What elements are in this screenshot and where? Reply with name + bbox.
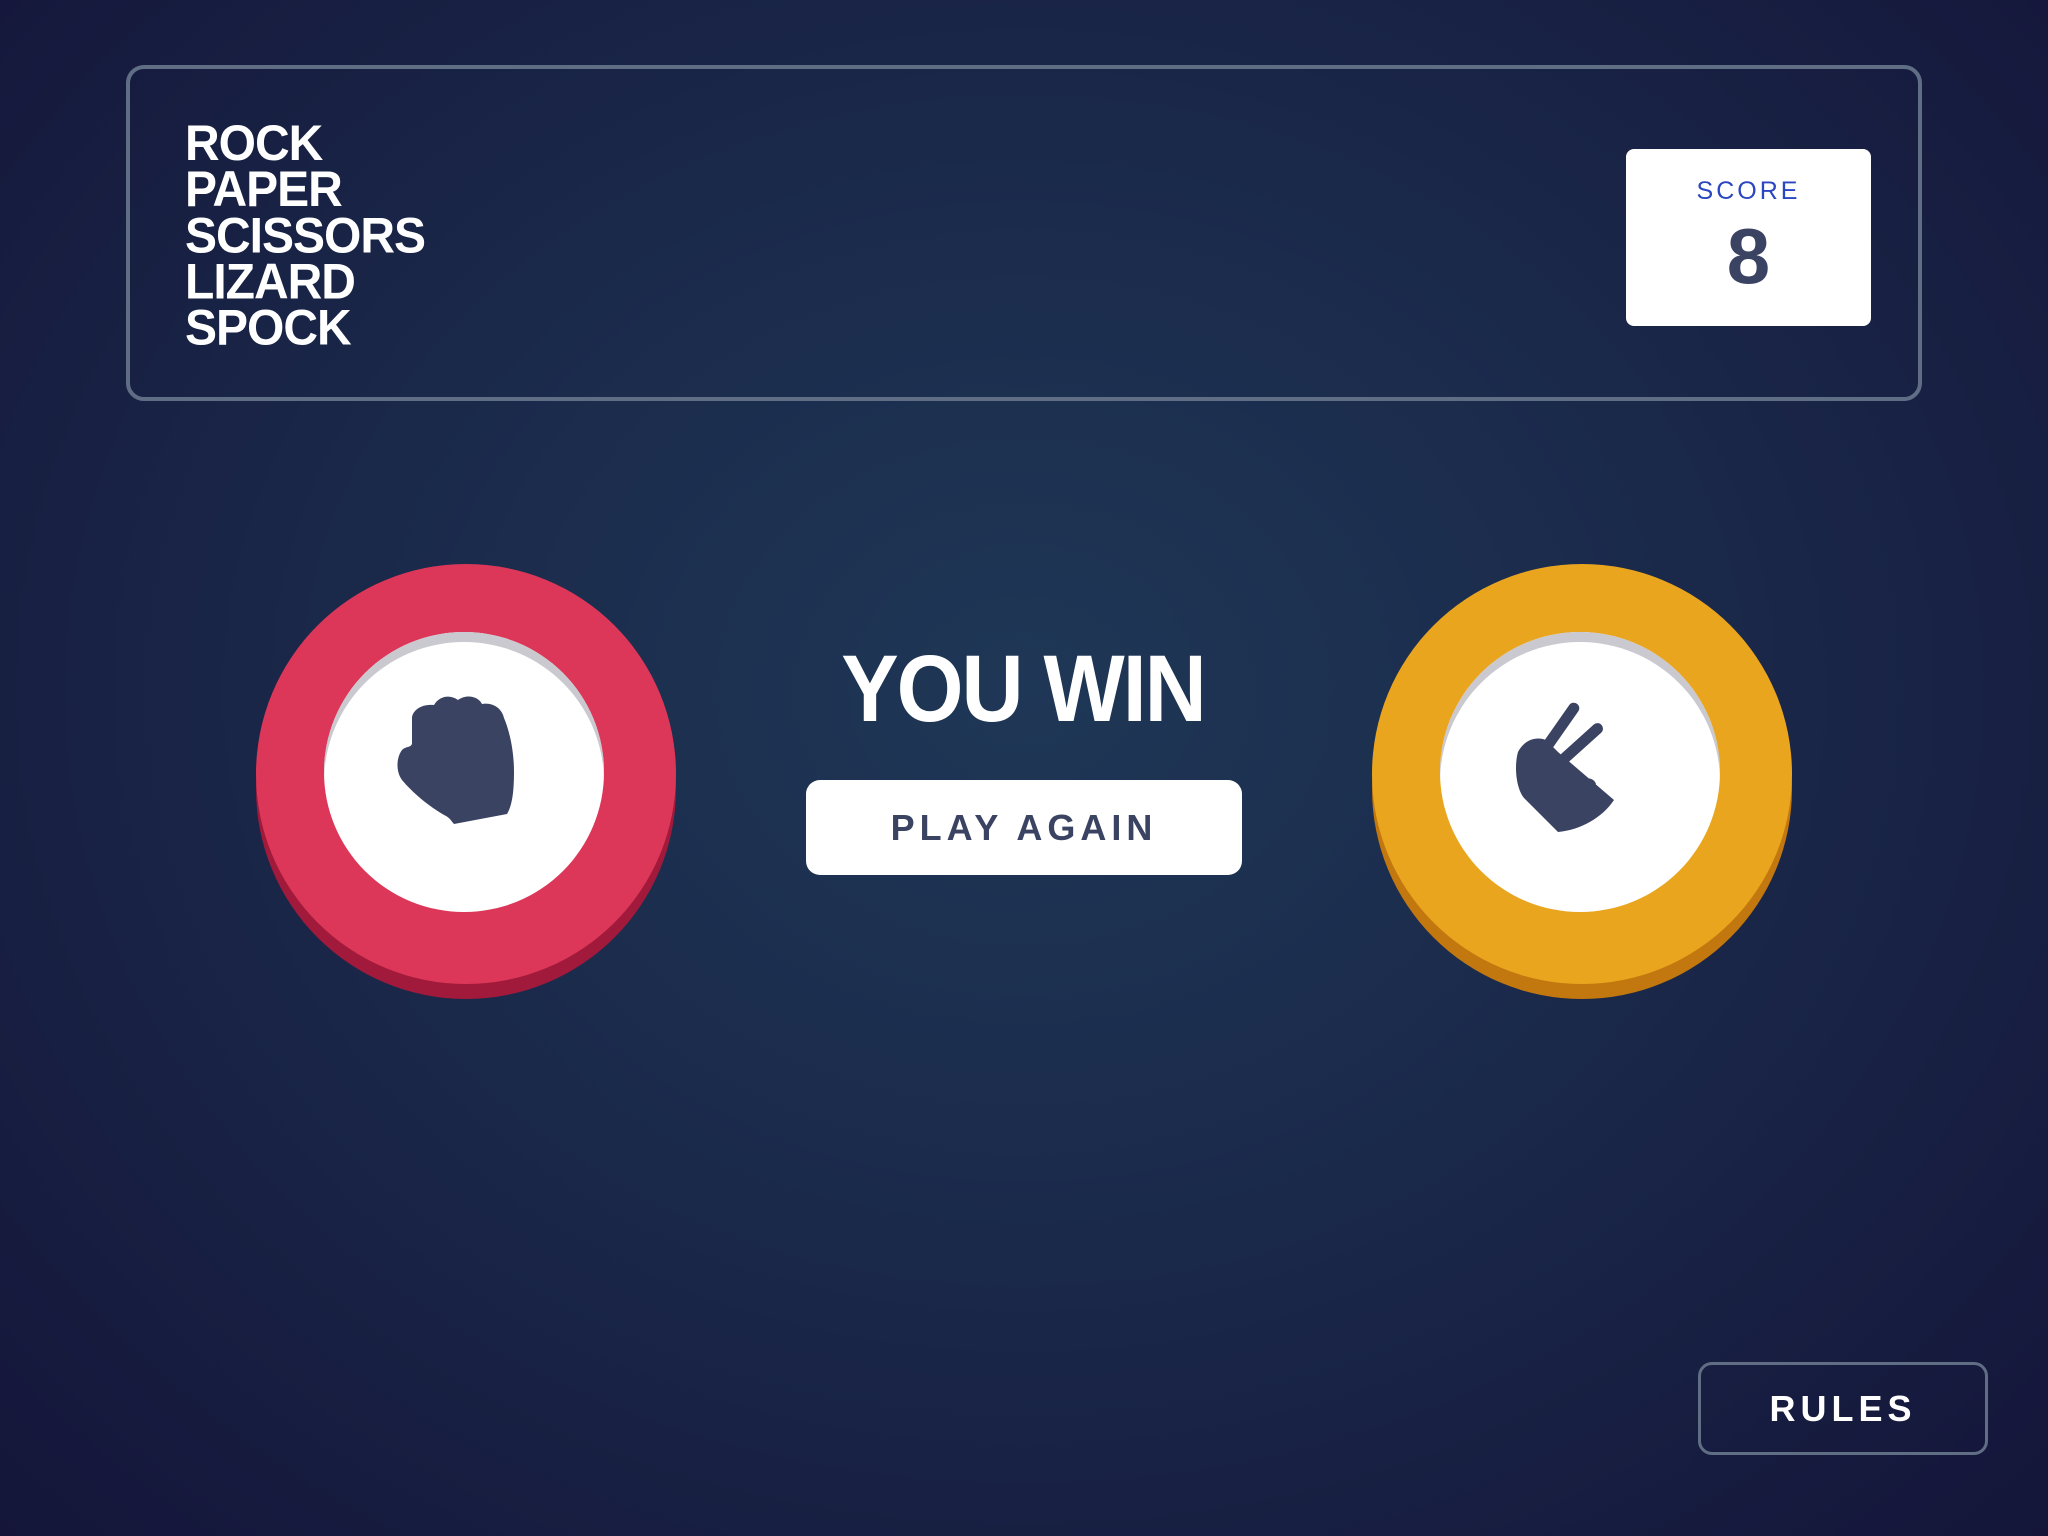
house-pick-inner: [1440, 632, 1720, 912]
logo-line-spock: SPOCK: [185, 300, 352, 357]
play-again-button[interactable]: PLAY AGAIN: [806, 780, 1242, 875]
score-box: SCORE 8: [1626, 149, 1871, 326]
score-value: 8: [1726, 212, 1771, 300]
logo-line-rock: ROCK: [185, 115, 323, 172]
result-text: YOU WIN: [841, 636, 1206, 742]
logo-line-paper: PAPER: [185, 161, 343, 218]
house-pick-scissors-chip: [1372, 564, 1792, 984]
score-label: SCORE: [1696, 177, 1801, 205]
game-logo: ROCK PAPER SCISSORS LIZARD SPOCK: [185, 115, 426, 357]
scissors-hand-icon: [1516, 702, 1614, 832]
logo-line-scissors: SCISSORS: [185, 208, 426, 264]
header-panel: ROCK PAPER SCISSORS LIZARD SPOCK SCORE 8: [126, 65, 1922, 401]
rules-button[interactable]: RULES: [1698, 1362, 1988, 1455]
rock-fist-icon: [397, 696, 514, 824]
player-pick-inner: [324, 632, 604, 912]
logo-line-lizard: LIZARD: [185, 254, 356, 310]
player-pick-rock-chip: [256, 564, 676, 984]
